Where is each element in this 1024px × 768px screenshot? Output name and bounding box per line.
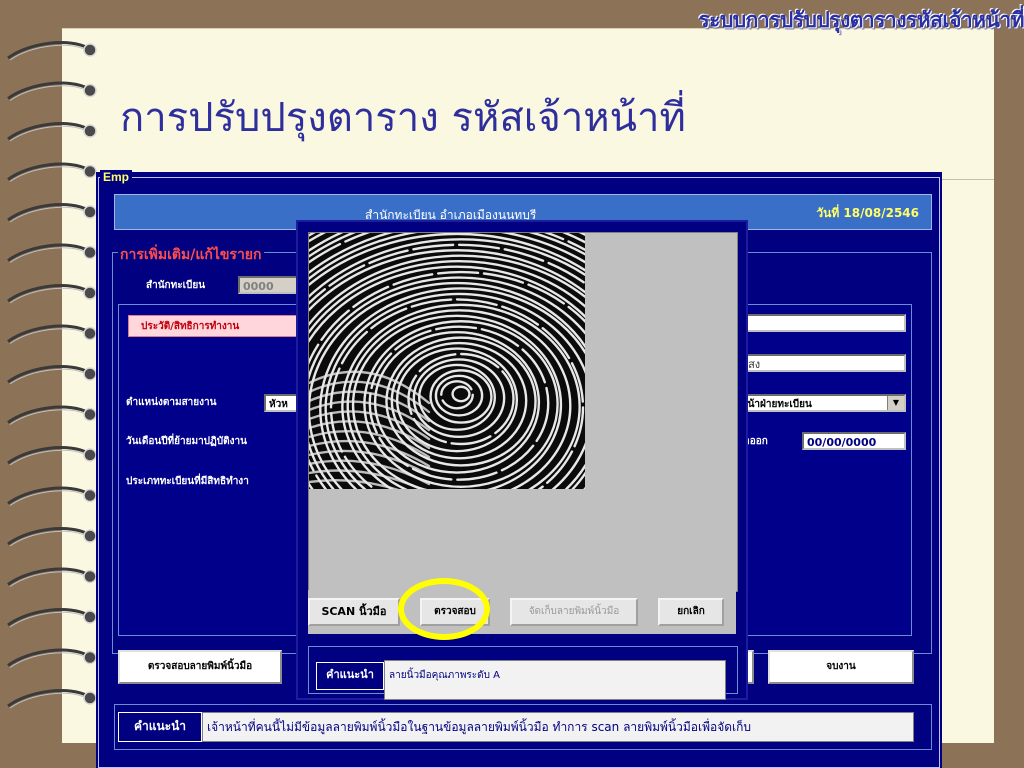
fingerprint-preview-area xyxy=(308,232,738,592)
surname-field[interactable]: แสง xyxy=(736,354,906,372)
dialog-button-row: SCAN นิ้วมือ ตรวจสอบ จัดเก็บลายพิมพ์นิ้ว… xyxy=(308,590,736,634)
window-label: Emp xyxy=(100,170,133,184)
check-fingerprint-button[interactable]: ตรวจสอบลายพิมพ์นิ้วมือ xyxy=(118,650,282,684)
chevron-down-icon[interactable]: ▼ xyxy=(887,396,904,410)
hint-text: เจ้าหน้าที่คนนี้ไม่มีข้อมูลลายพิมพ์นิ้วม… xyxy=(202,712,914,742)
position-dropdown[interactable]: หน้าฝ่ายทะเบียน ▼ xyxy=(736,394,906,412)
fingerprint-dialog: SCAN นิ้วมือ ตรวจสอบ จัดเก็บลายพิมพ์นิ้ว… xyxy=(296,220,748,700)
position-label: ตำแหน่งตามสายงาน xyxy=(126,397,217,408)
hint-tag: คำแนะนำ xyxy=(118,712,202,742)
spiral-binding-icon xyxy=(7,41,97,709)
slide-banner: ระบบการปรับปรุงตารางรหัสเจ้าหน้าที่ xyxy=(698,8,1024,32)
current-date: วันที่ 18/08/2546 xyxy=(816,206,919,220)
leave-date-field[interactable]: 00/00/0000 xyxy=(802,432,906,450)
registry-code-field[interactable]: 0000 xyxy=(238,276,298,294)
tab-work-history[interactable]: ประวัติ/สิทธิการทำงาน xyxy=(128,315,308,337)
date-moved-label: วันเดือนปีที่ย้ายมาปฏิบัติงาน xyxy=(126,436,247,447)
dialog-hint-text: ลายนิ้วมือคุณภาพระดับ A xyxy=(384,660,726,700)
registry-label: สำนักทะเบียน xyxy=(146,280,206,291)
position-dropdown-value: หน้าฝ่ายทะเบียน xyxy=(741,399,812,410)
dialog-hint-tag: คำแนะนำ xyxy=(316,662,384,690)
scan-button[interactable]: SCAN นิ้วมือ xyxy=(308,598,400,626)
registry-type-label: ประเภททะเบียนที่มีสิทธิทำงา xyxy=(126,476,249,487)
finish-button[interactable]: จบงาน xyxy=(768,650,914,684)
name-field[interactable] xyxy=(736,314,906,332)
section-title: การเพิ่มเติม/แก้ไขรายก xyxy=(118,244,264,266)
verify-highlight-circle xyxy=(398,578,490,640)
store-fingerprint-button[interactable]: จัดเก็บลายพิมพ์นิ้วมือ xyxy=(510,598,638,626)
title-divider xyxy=(940,179,994,180)
slide-title: การปรับปรุงตาราง รหัสเจ้าหน้าที่ xyxy=(120,95,686,141)
cancel-button[interactable]: ยกเลิก xyxy=(658,598,724,626)
fingerprint-image xyxy=(309,233,585,489)
